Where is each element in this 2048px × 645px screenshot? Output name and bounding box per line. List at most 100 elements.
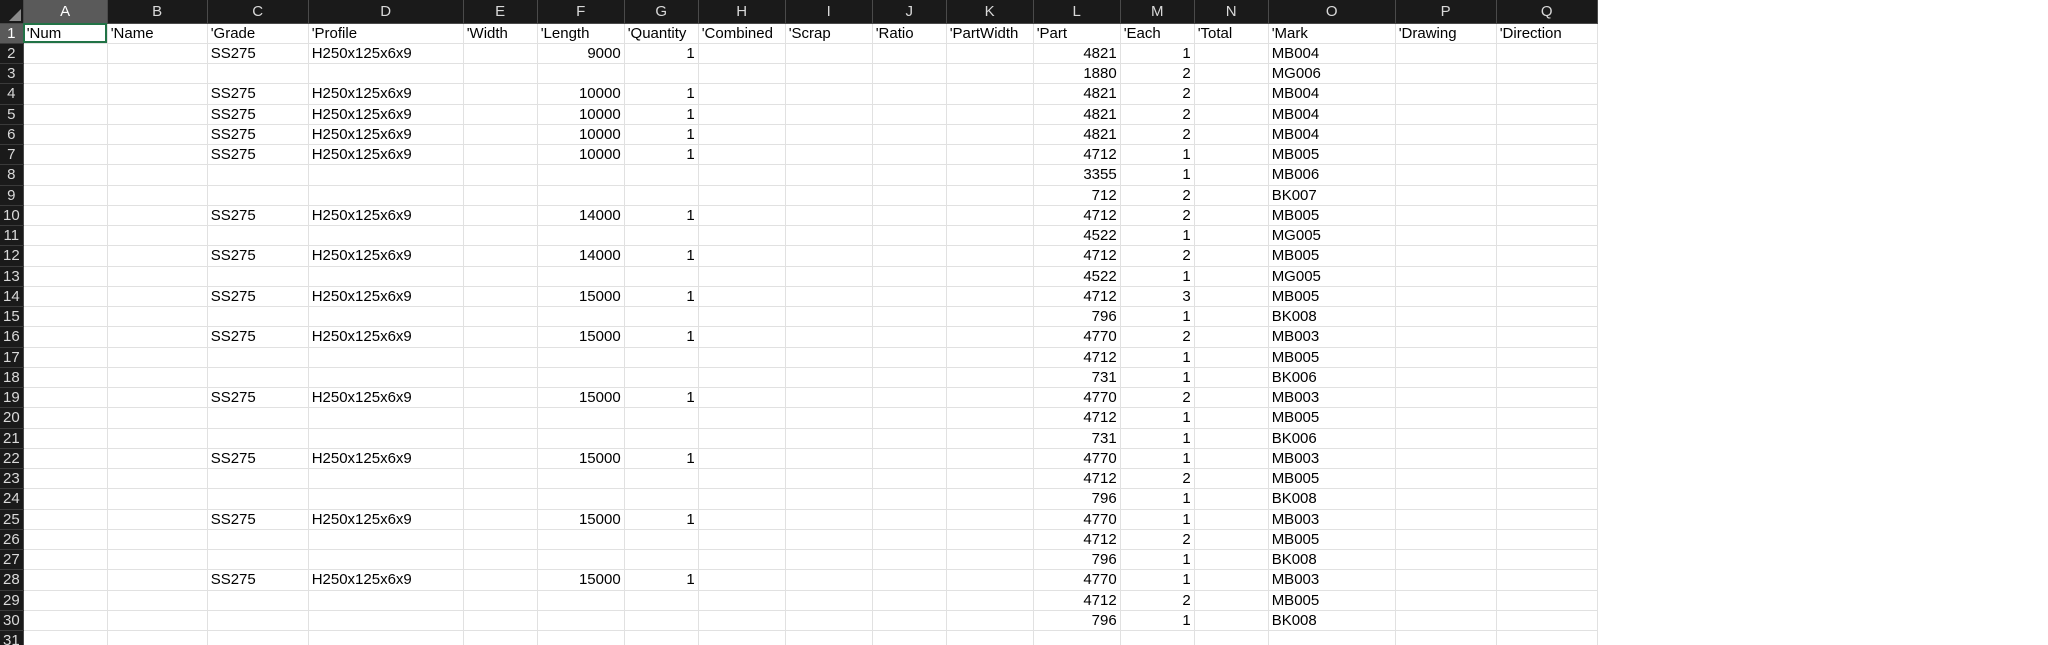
cell-n12[interactable] (1194, 245, 1269, 267)
cell-a2[interactable] (23, 43, 108, 65)
cell-k28[interactable] (946, 569, 1034, 591)
cell-m24[interactable]: 1 (1120, 488, 1195, 510)
cell-l3[interactable]: 1880 (1033, 63, 1121, 85)
cell-h12[interactable] (698, 245, 786, 267)
cell-c30[interactable] (207, 610, 309, 632)
cell-q21[interactable] (1496, 428, 1598, 449)
cell-d9[interactable] (308, 185, 464, 206)
cell-a1[interactable]: 'Num (23, 23, 108, 44)
cell-b17[interactable] (107, 347, 208, 368)
cell-l27[interactable]: 796 (1033, 549, 1121, 571)
cell-g31[interactable] (624, 630, 699, 645)
cell-q20[interactable] (1496, 407, 1598, 429)
cell-o1[interactable]: 'Mark (1268, 23, 1396, 44)
cell-j20[interactable] (872, 407, 947, 429)
cell-h16[interactable] (698, 326, 786, 348)
cell-h23[interactable] (698, 468, 786, 490)
cell-e17[interactable] (463, 347, 538, 368)
cell-h13[interactable] (698, 266, 786, 287)
cell-p28[interactable] (1395, 569, 1497, 591)
cell-c24[interactable] (207, 488, 309, 510)
cell-k9[interactable] (946, 185, 1034, 206)
cell-q6[interactable] (1496, 124, 1598, 146)
column-header-e[interactable]: E (463, 0, 538, 24)
cell-h2[interactable] (698, 43, 786, 65)
cell-d4[interactable]: H250x125x6x9 (308, 83, 464, 105)
cell-f4[interactable]: 10000 (537, 83, 625, 105)
row-header-2[interactable]: 2 (0, 43, 24, 65)
cell-k19[interactable] (946, 387, 1034, 409)
cell-k30[interactable] (946, 610, 1034, 632)
cell-b12[interactable] (107, 245, 208, 267)
cell-o7[interactable]: MB005 (1268, 144, 1396, 166)
cell-b9[interactable] (107, 185, 208, 206)
cell-m21[interactable]: 1 (1120, 428, 1195, 449)
spreadsheet-grid[interactable]: ABCDEFGHIJKLMNOPQ 1 'Num 'Name 'Grade 'Profi… (0, 0, 2048, 645)
column-header-q[interactable]: Q (1496, 0, 1598, 24)
cell-m3[interactable]: 2 (1120, 63, 1195, 85)
cell-c1[interactable]: 'Grade (207, 23, 309, 44)
cell-q29[interactable] (1496, 590, 1598, 611)
cell-o11[interactable]: MG005 (1268, 225, 1396, 247)
cell-n15[interactable] (1194, 306, 1269, 328)
cell-d15[interactable] (308, 306, 464, 328)
cell-p10[interactable] (1395, 205, 1497, 227)
cell-g28[interactable]: 1 (624, 569, 699, 591)
column-header-a[interactable]: A (23, 0, 108, 24)
cell-n11[interactable] (1194, 225, 1269, 247)
cell-m11[interactable]: 1 (1120, 225, 1195, 247)
cell-o28[interactable]: MB003 (1268, 569, 1396, 591)
cell-l16[interactable]: 4770 (1033, 326, 1121, 348)
cell-k13[interactable] (946, 266, 1034, 287)
cell-p29[interactable] (1395, 590, 1497, 611)
cell-g10[interactable]: 1 (624, 205, 699, 227)
cell-m2[interactable]: 1 (1120, 43, 1195, 65)
cell-b23[interactable] (107, 468, 208, 490)
cell-j14[interactable] (872, 286, 947, 308)
cell-k25[interactable] (946, 509, 1034, 530)
cell-i28[interactable] (785, 569, 873, 591)
cell-h9[interactable] (698, 185, 786, 206)
cell-b6[interactable] (107, 124, 208, 146)
cell-n4[interactable] (1194, 83, 1269, 105)
cell-d26[interactable] (308, 529, 464, 551)
cell-g23[interactable] (624, 468, 699, 490)
cell-q19[interactable] (1496, 387, 1598, 409)
cell-e18[interactable] (463, 367, 538, 389)
cell-l15[interactable]: 796 (1033, 306, 1121, 328)
cell-l24[interactable]: 796 (1033, 488, 1121, 510)
cell-o9[interactable]: BK007 (1268, 185, 1396, 206)
cell-h25[interactable] (698, 509, 786, 530)
cell-j7[interactable] (872, 144, 947, 166)
cell-j5[interactable] (872, 104, 947, 125)
cell-o30[interactable]: BK008 (1268, 610, 1396, 632)
cell-n23[interactable] (1194, 468, 1269, 490)
cell-b13[interactable] (107, 266, 208, 287)
cell-o6[interactable]: MB004 (1268, 124, 1396, 146)
cell-e23[interactable] (463, 468, 538, 490)
cell-j15[interactable] (872, 306, 947, 328)
cell-a9[interactable] (23, 185, 108, 206)
cell-m23[interactable]: 2 (1120, 468, 1195, 490)
cell-j26[interactable] (872, 529, 947, 551)
cell-o5[interactable]: MB004 (1268, 104, 1396, 125)
cell-n9[interactable] (1194, 185, 1269, 206)
cell-c8[interactable] (207, 164, 309, 186)
cell-l13[interactable]: 4522 (1033, 266, 1121, 287)
cell-m16[interactable]: 2 (1120, 326, 1195, 348)
cell-e3[interactable] (463, 63, 538, 85)
cell-g19[interactable]: 1 (624, 387, 699, 409)
cell-q3[interactable] (1496, 63, 1598, 85)
cell-f31[interactable] (537, 630, 625, 645)
cell-a11[interactable] (23, 225, 108, 247)
cell-f29[interactable] (537, 590, 625, 611)
cell-f20[interactable] (537, 407, 625, 429)
cell-p18[interactable] (1395, 367, 1497, 389)
cell-q15[interactable] (1496, 306, 1598, 328)
cell-k6[interactable] (946, 124, 1034, 146)
cell-a28[interactable] (23, 569, 108, 591)
cell-c2[interactable]: SS275 (207, 43, 309, 65)
cell-e12[interactable] (463, 245, 538, 267)
cell-g4[interactable]: 1 (624, 83, 699, 105)
cell-g12[interactable]: 1 (624, 245, 699, 267)
